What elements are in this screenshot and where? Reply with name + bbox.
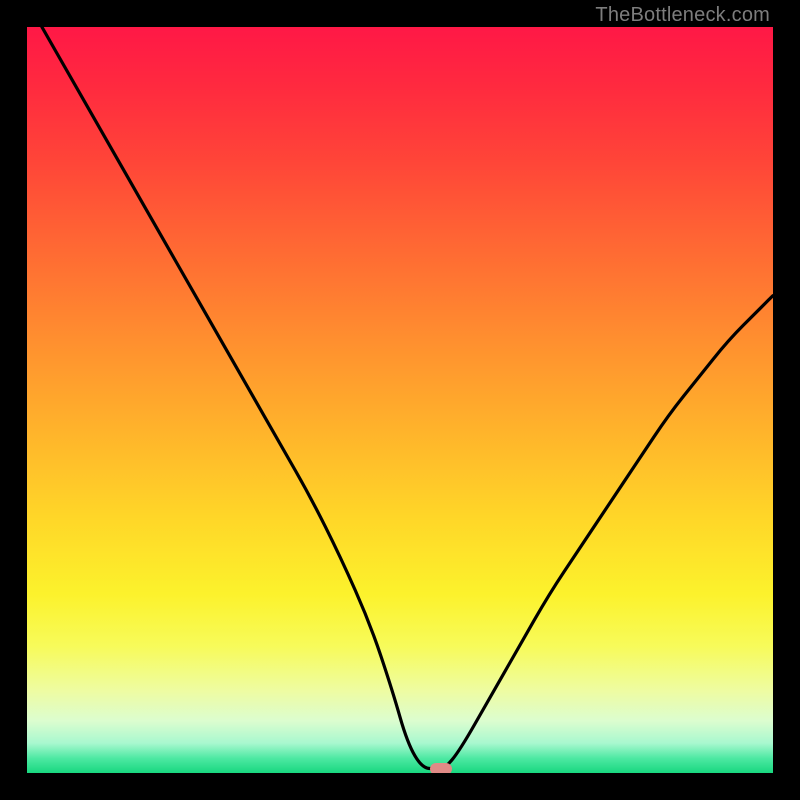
watermark-text: TheBottleneck.com (595, 4, 770, 27)
bottleneck-curve (42, 27, 773, 769)
minimum-marker (430, 763, 452, 773)
plot-area (27, 27, 773, 773)
chart-frame: TheBottleneck.com (0, 0, 800, 800)
curve-svg (27, 27, 773, 773)
